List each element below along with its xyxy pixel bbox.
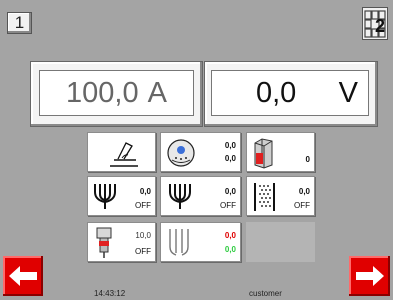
wave-red-value: 0,0 — [224, 231, 236, 240]
voltage-display: 0,0 V — [211, 70, 369, 116]
user-label: customer — [249, 289, 282, 298]
pattern-state: OFF — [294, 201, 310, 210]
feeder-tile[interactable]: 10,0 OFF — [87, 222, 156, 262]
voltage-value: 0,0 — [256, 76, 297, 109]
postheat-value: 0,0 — [224, 187, 236, 196]
postheat-icon — [169, 184, 191, 209]
current-display: 100,0 A — [39, 70, 194, 116]
feeder-state: OFF — [135, 247, 151, 256]
voltage-display-button[interactable]: 0,0 V — [204, 61, 378, 127]
gas-flow-icon — [167, 139, 195, 167]
torch-icon — [110, 142, 138, 167]
empty-slot — [246, 222, 315, 262]
page-1-label: 1 — [14, 13, 25, 32]
previous-button[interactable] — [3, 256, 43, 296]
pattern-icon — [254, 183, 275, 211]
feeder-icon — [96, 227, 112, 258]
wave-green-value: 0,0 — [224, 245, 236, 254]
current-value: 100,0 — [66, 76, 139, 109]
page-1-button[interactable]: 1 — [7, 12, 32, 34]
preheat-state: OFF — [135, 201, 151, 210]
preheat-tile[interactable]: 0,0 OFF — [87, 176, 156, 216]
page-2-button[interactable]: 2 — [362, 7, 388, 40]
gas-bottom-value: 0,0 — [224, 154, 236, 163]
pattern-tile[interactable]: 0,0 OFF — [246, 176, 315, 216]
counter-tile[interactable]: 0 — [246, 132, 315, 172]
wave-tile[interactable]: 0,0 0,0 — [160, 222, 241, 262]
current-unit: A — [147, 76, 167, 109]
arrow-right-icon — [356, 266, 384, 286]
preheat-value: 0,0 — [139, 187, 151, 196]
pattern-value: 0,0 — [298, 187, 310, 196]
page-2-label: 2 — [375, 16, 386, 36]
box-icon — [254, 138, 273, 169]
clock-time: 14:43:12 — [94, 289, 126, 298]
gas-tile[interactable]: 0,0 0,0 — [160, 132, 241, 172]
counter-value: 0 — [305, 155, 310, 164]
gas-top-value: 0,0 — [224, 141, 236, 150]
postheat-state: OFF — [220, 201, 236, 210]
wave-icon — [169, 229, 189, 256]
torch-angle-tile[interactable] — [87, 132, 156, 172]
feeder-value: 10,0 — [135, 231, 151, 240]
postheat-tile[interactable]: 0,0 OFF — [160, 176, 241, 216]
preheat-icon — [94, 184, 116, 209]
next-button[interactable] — [349, 256, 390, 296]
arrow-left-icon — [9, 266, 37, 286]
voltage-unit: V — [338, 76, 358, 109]
current-display-button[interactable]: 100,0 A — [30, 61, 203, 127]
